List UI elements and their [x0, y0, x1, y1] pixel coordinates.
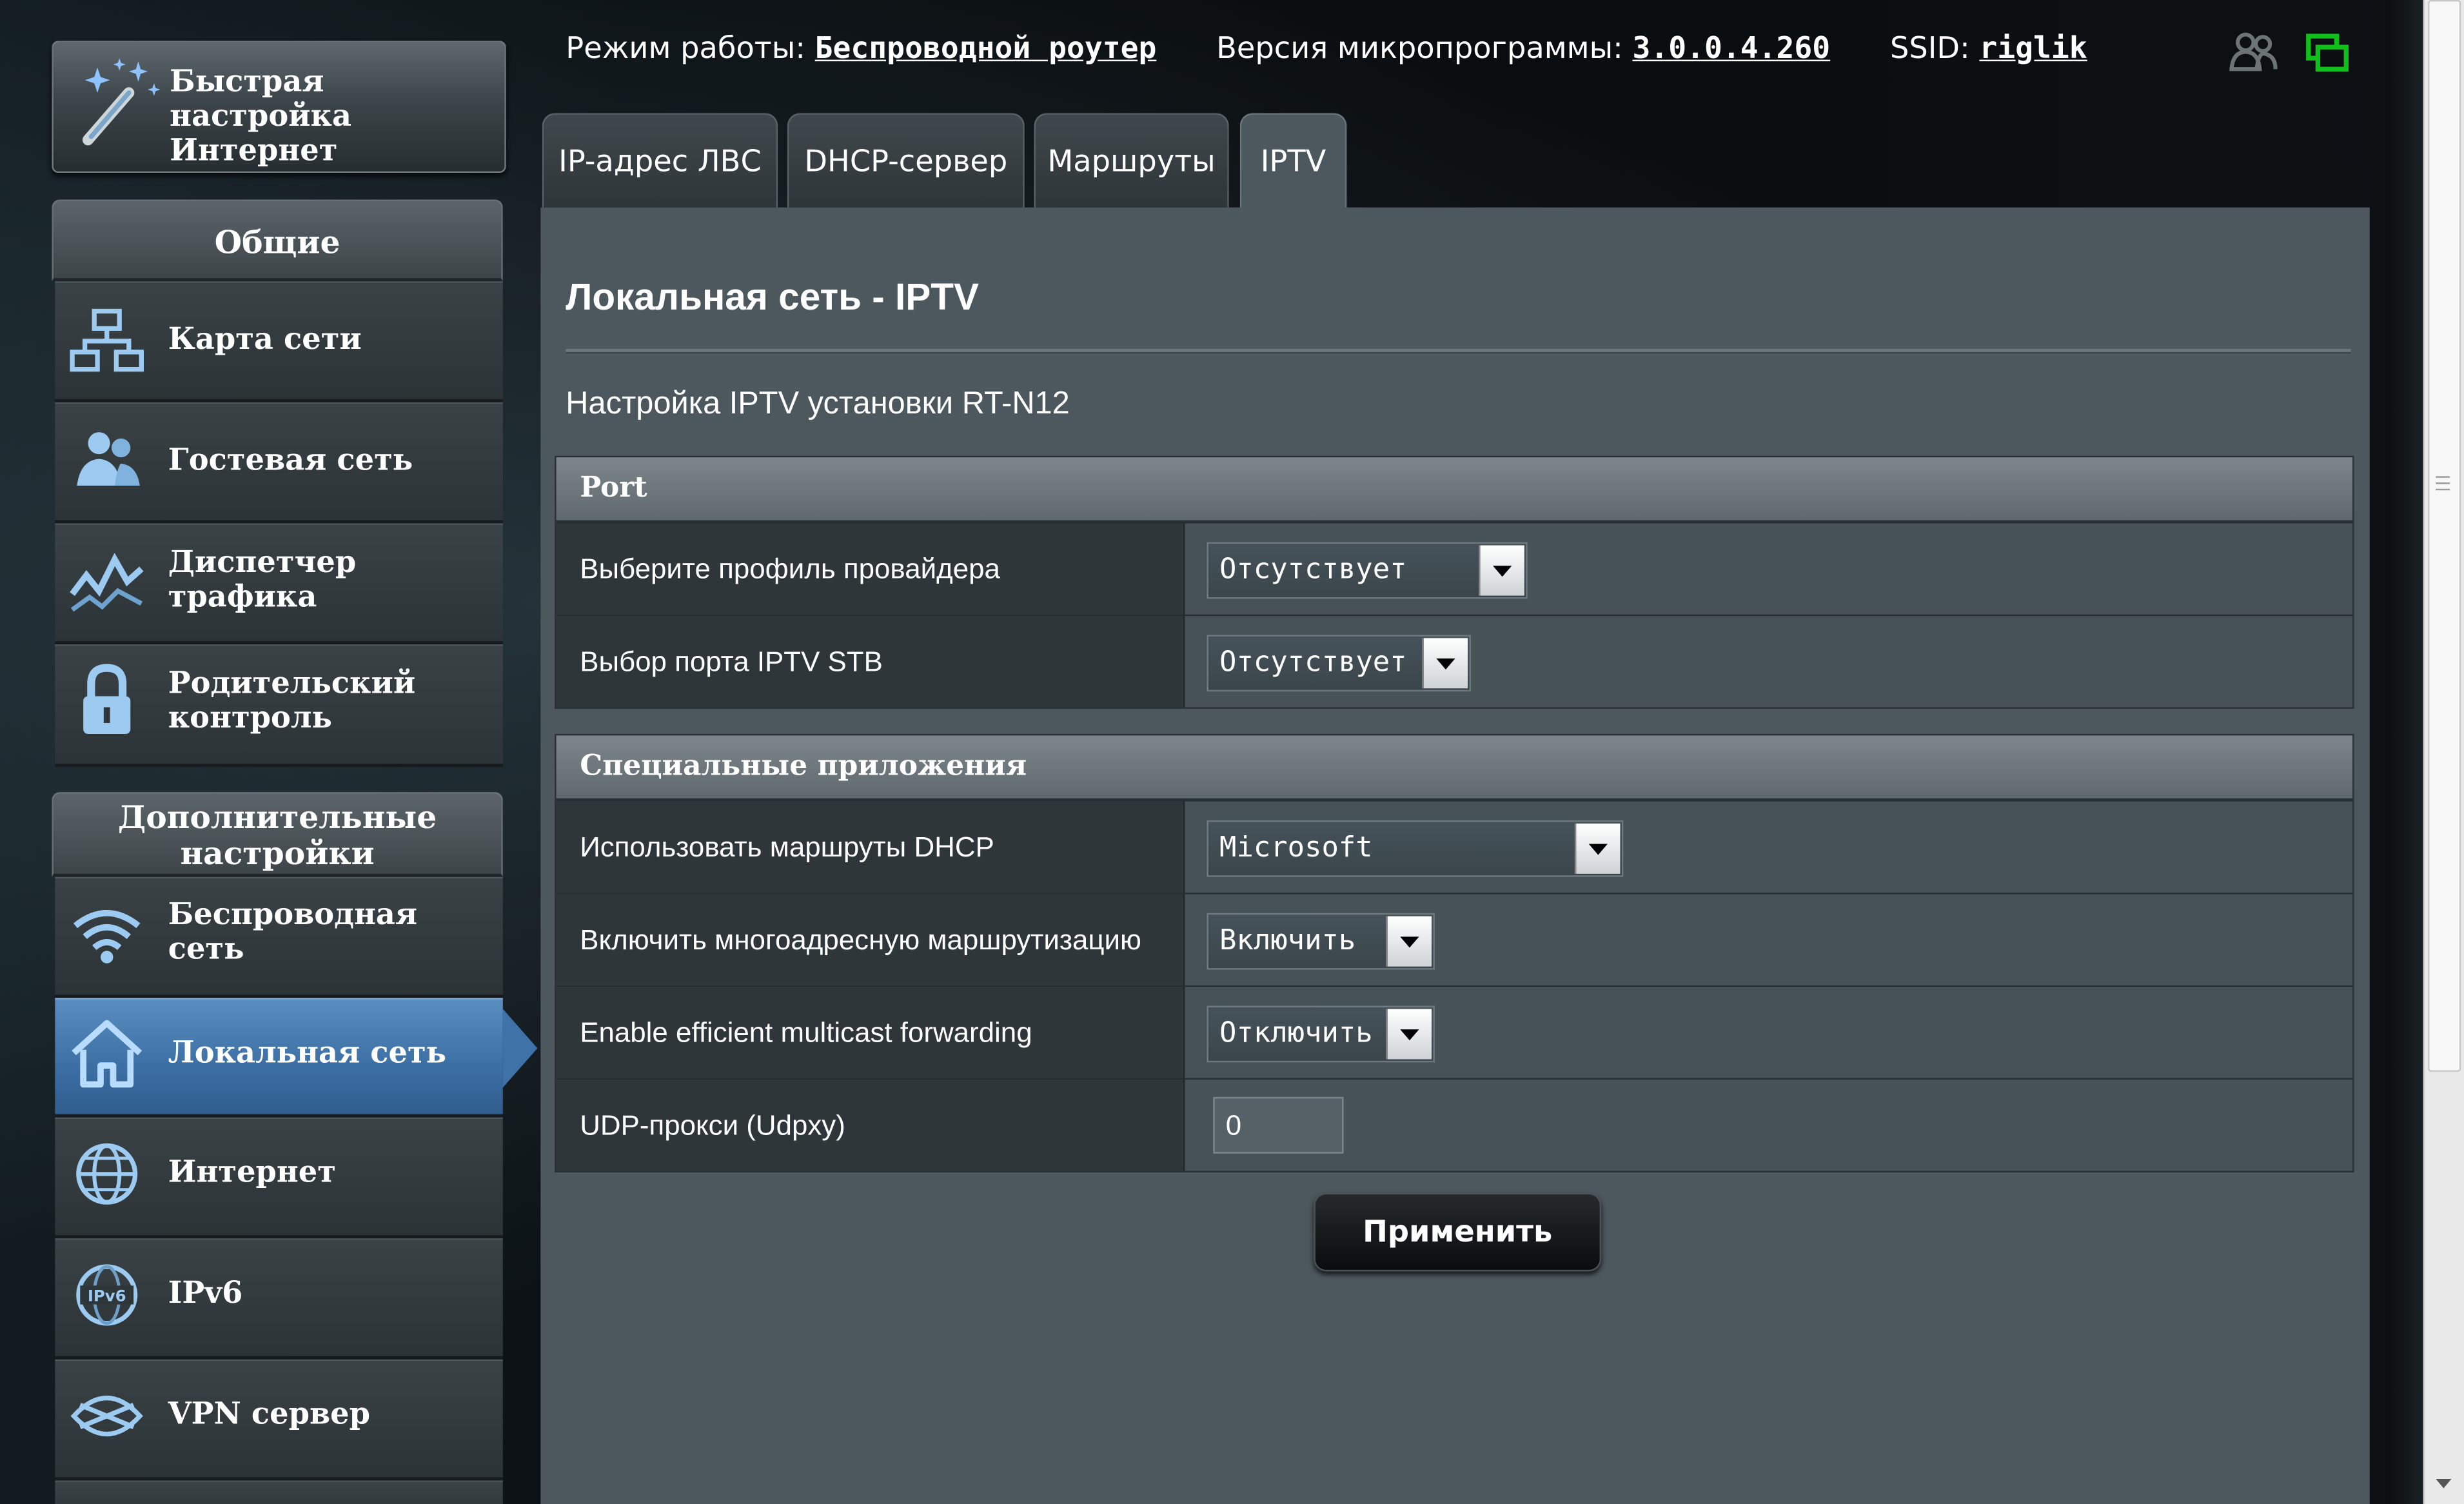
quick-internet-setup-button[interactable]: Быстрая настройка Интернет — [52, 41, 506, 173]
tab-dhcp-server[interactable]: DHCP-сервер — [787, 113, 1025, 208]
vertical-scrollbar[interactable] — [2423, 0, 2464, 1504]
sidebar-item-internet[interactable]: Интернет — [55, 1117, 503, 1239]
magic-wand-icon — [82, 58, 161, 146]
table-row: Выбор порта IPTV STB Отсутствует — [556, 614, 2353, 707]
dropdown-arrow-icon[interactable] — [1386, 1009, 1432, 1060]
row-label: Использовать маршруты DHCP — [556, 801, 1185, 893]
page-description: Настройка IPTV установки RT-N12 — [566, 386, 1070, 422]
row-label: UDP-прокси (Udpxy) — [556, 1080, 1185, 1171]
operation-mode-label: Режим работы: — [566, 31, 805, 66]
sidebar-item-next[interactable] — [55, 1480, 503, 1504]
home-icon — [72, 1020, 143, 1088]
sidebar-item-label: VPN сервер — [168, 1397, 370, 1432]
table-row: UDP-прокси (Udpxy) 0 — [556, 1078, 2353, 1171]
general-section-header: Общие — [52, 199, 503, 282]
svg-text:IPv6: IPv6 — [88, 1287, 126, 1305]
quick-setup-label: Быстрая настройка Интернет — [170, 64, 352, 168]
table-row: Выберите профиль провайдера Отсутствует — [556, 522, 2353, 615]
select-value: Включить — [1219, 924, 1356, 958]
dropdown-arrow-icon[interactable] — [1479, 545, 1524, 596]
tab-iptv[interactable]: IPTV — [1239, 113, 1347, 211]
sidebar-item-ipv6[interactable]: IPv6 IPv6 — [55, 1238, 503, 1360]
row-label: Выбор порта IPTV STB — [556, 616, 1185, 707]
sidebar-item-label: Гостевая сеть — [168, 443, 413, 478]
udpxy-port-input[interactable]: 0 — [1213, 1096, 1344, 1154]
operation-mode-link[interactable]: Беспроводной роутер — [815, 32, 1157, 66]
firmware-version-link[interactable]: 3.0.0.4.260 — [1632, 32, 1830, 66]
dropdown-arrow-icon[interactable] — [1422, 638, 1468, 689]
table-row: Включить многоадресную маршрутизацию Вкл… — [556, 893, 2353, 985]
select-value: Отсутствует — [1219, 646, 1407, 679]
dropdown-arrow-icon[interactable] — [1386, 916, 1432, 967]
select-value: Отключить — [1219, 1016, 1373, 1050]
lock-icon — [83, 664, 131, 734]
advanced-section-header: Дополнительные настройки — [52, 792, 503, 877]
select-value: Отсутствует — [1219, 553, 1407, 586]
sidebar-item-traffic-manager[interactable]: Диспетчер трафика — [55, 523, 503, 645]
title-divider — [566, 348, 2351, 354]
main-panel: Локальная сеть - IPTV Настройка IPTV уст… — [540, 207, 2370, 1504]
page-title: Локальная сеть - IPTV — [566, 276, 980, 319]
sidebar-item-guest-network[interactable]: Гостевая сеть — [55, 402, 503, 524]
sidebar-item-label: Диспетчер трафика — [168, 545, 357, 615]
scrollbar-grip-icon — [2436, 476, 2450, 491]
row-label: Включить многоадресную маршрутизацию — [556, 894, 1185, 985]
dropdown-arrow-icon[interactable] — [1574, 823, 1621, 874]
traffic-manager-icon — [70, 553, 144, 612]
ipv6-globe-icon: IPv6 — [76, 1264, 138, 1326]
sidebar-item-label: Родительский контроль — [168, 666, 416, 736]
special-apps-section-header: Специальные приложения — [556, 735, 2353, 800]
network-map-icon — [70, 308, 144, 372]
ssid-link[interactable]: riglik — [1979, 32, 2087, 66]
special-apps-table: Специальные приложения Использовать марш… — [555, 733, 2354, 1173]
usb-device-icon[interactable] — [2303, 32, 2351, 79]
sidebar-item-vpn-server[interactable]: VPN сервер — [55, 1359, 503, 1481]
sidebar-item-label: Беспроводная сеть — [168, 897, 418, 967]
scroll-down-arrow-icon[interactable] — [2436, 1479, 2452, 1489]
port-settings-table: Port Выберите профиль провайдера Отсутст… — [555, 455, 2354, 709]
sidebar-item-label: Карта сети — [168, 322, 362, 357]
active-item-pointer — [502, 1009, 538, 1088]
sidebar-item-label: Интернет — [168, 1155, 336, 1190]
tab-lan-ip[interactable]: IP-адрес ЛВС — [542, 113, 778, 208]
status-bar: Режим работы: Беспроводной роутер Версия… — [566, 32, 2087, 66]
sidebar-item-lan[interactable]: Локальная сеть — [55, 998, 503, 1118]
row-label: Выберите профиль провайдера — [556, 523, 1185, 615]
tab-routes[interactable]: Маршруты — [1034, 113, 1229, 208]
port-section-header: Port — [556, 457, 2353, 522]
table-row: Enable efficient multicast forwarding От… — [556, 985, 2353, 1078]
sidebar-item-parental-control[interactable]: Родительский контроль — [55, 644, 503, 767]
page-edge — [2385, 0, 2423, 1504]
sidebar-item-label: Локальная сеть — [168, 1035, 447, 1071]
globe-icon — [76, 1143, 138, 1205]
guest-network-icon — [77, 432, 140, 486]
table-row: Использовать маршруты DHCP Microsoft — [556, 800, 2353, 893]
firmware-version-label: Версия микропрограммы: — [1216, 31, 1623, 66]
multicast-routing-select[interactable]: Включить — [1207, 913, 1435, 970]
sidebar-item-network-map[interactable]: Карта сети — [55, 281, 503, 402]
clients-icon[interactable] — [2229, 28, 2279, 75]
select-value: Microsoft — [1219, 831, 1373, 865]
ssid-label: SSID: — [1889, 31, 1970, 66]
isp-profile-select[interactable]: Отсутствует — [1207, 542, 1528, 599]
sidebar-item-wireless[interactable]: Беспроводная сеть — [55, 876, 503, 998]
apply-button[interactable]: Применить — [1314, 1192, 1602, 1272]
router-admin-page: Быстрая настройка Интернет Общие Карта с… — [0, 0, 2464, 1504]
iptv-stb-port-select[interactable]: Отсутствует — [1207, 635, 1471, 692]
scrollbar-thumb[interactable] — [2428, 0, 2461, 1072]
vpn-icon — [70, 1395, 143, 1437]
row-label: Enable efficient multicast forwarding — [556, 987, 1185, 1078]
wifi-icon — [73, 910, 141, 964]
efficient-multicast-select[interactable]: Отключить — [1207, 1005, 1435, 1063]
dhcp-routes-select[interactable]: Microsoft — [1207, 820, 1624, 877]
sidebar-item-label: IPv6 — [168, 1276, 243, 1311]
